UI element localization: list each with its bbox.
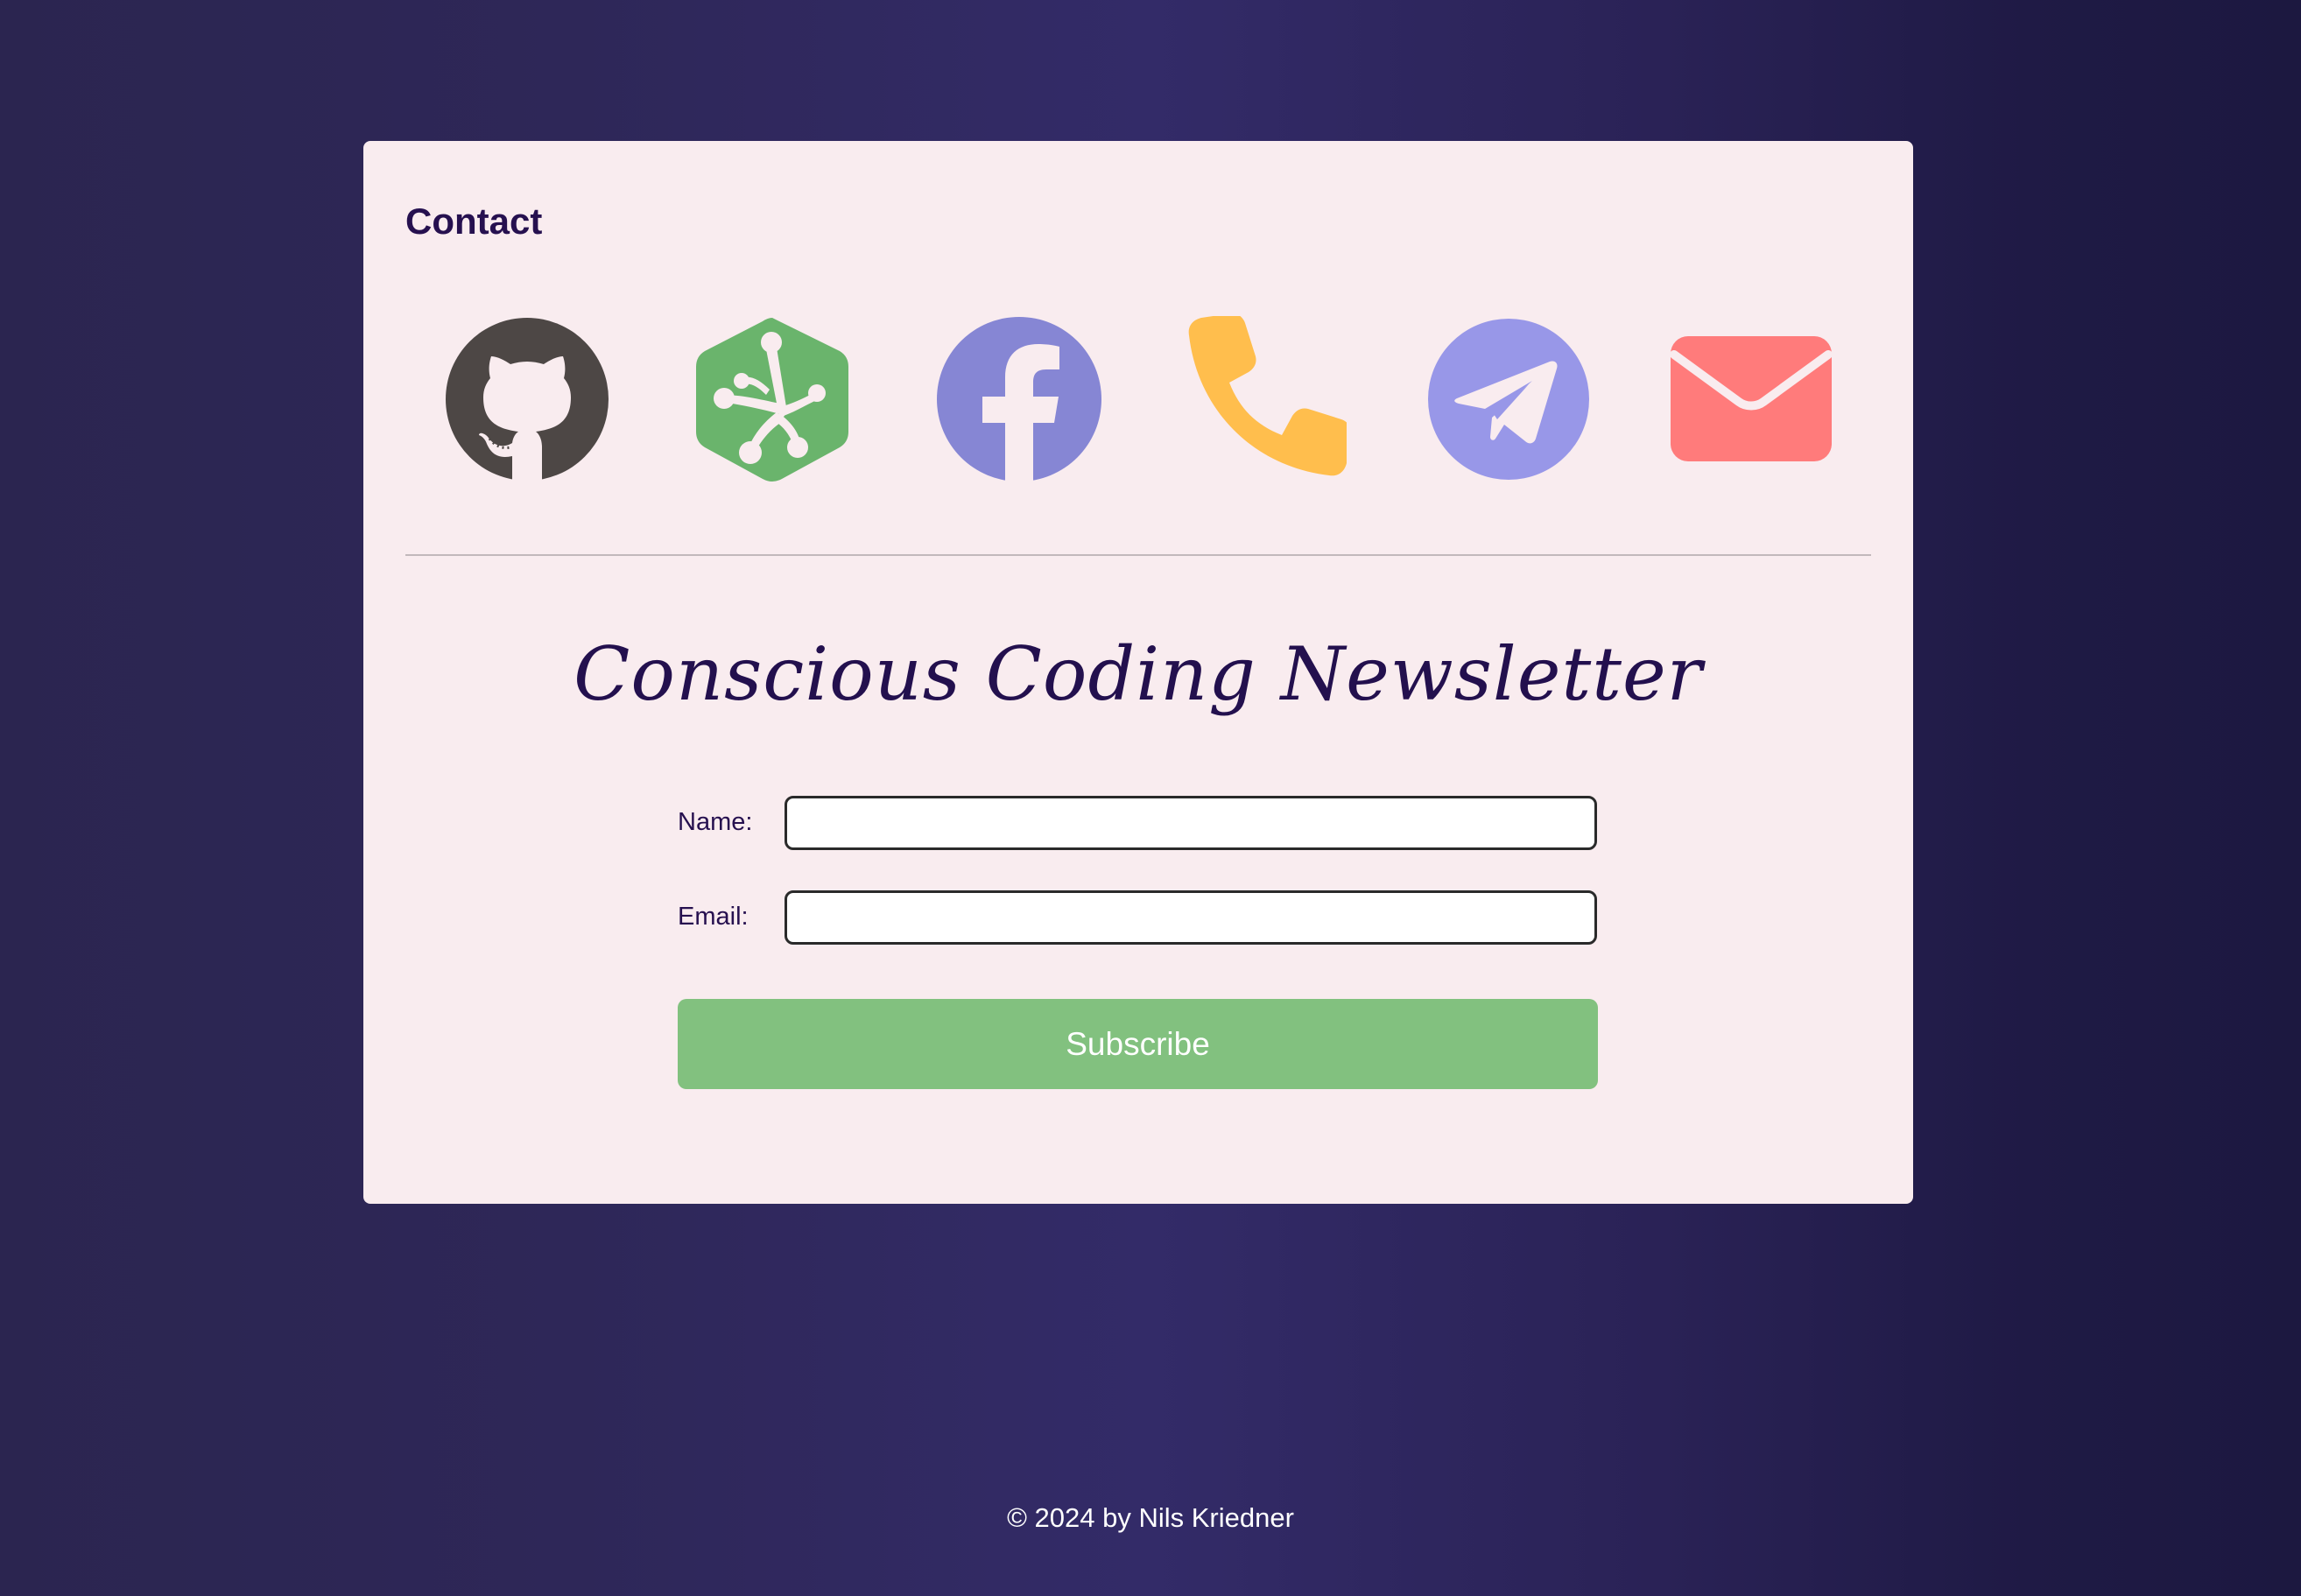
- name-row: Name:: [678, 796, 1597, 850]
- email-icon: [1670, 336, 1833, 461]
- footer-copyright: © 2024 by Nils Kriedner: [1007, 1502, 1294, 1533]
- contact-heading: Contact: [405, 200, 543, 242]
- subscribe-button[interactable]: Subscribe: [678, 999, 1598, 1089]
- email-row: Email:: [678, 890, 1597, 945]
- email-link[interactable]: [1669, 316, 1835, 482]
- email-input[interactable]: [785, 890, 1597, 945]
- telegram-icon: [1428, 319, 1589, 480]
- divider: [405, 554, 1871, 556]
- name-input[interactable]: [785, 796, 1597, 850]
- facebook-link[interactable]: [936, 316, 1102, 482]
- telegram-link[interactable]: [1425, 316, 1592, 482]
- name-label: Name:: [678, 808, 753, 836]
- email-label: Email:: [678, 903, 749, 931]
- phone-link[interactable]: [1180, 316, 1347, 482]
- newsletter-title: Conscious Coding Newsletter: [573, 631, 1703, 717]
- treehouse-icon: [696, 318, 848, 482]
- social-icons: [363, 316, 1913, 482]
- github-link[interactable]: [444, 316, 610, 482]
- contact-card: Contact Conscious Coding Newsletter Name…: [363, 141, 1913, 1204]
- facebook-icon: [937, 317, 1101, 482]
- phone-icon: [1188, 316, 1347, 476]
- github-icon: [446, 318, 609, 481]
- treehouse-link[interactable]: [689, 316, 855, 482]
